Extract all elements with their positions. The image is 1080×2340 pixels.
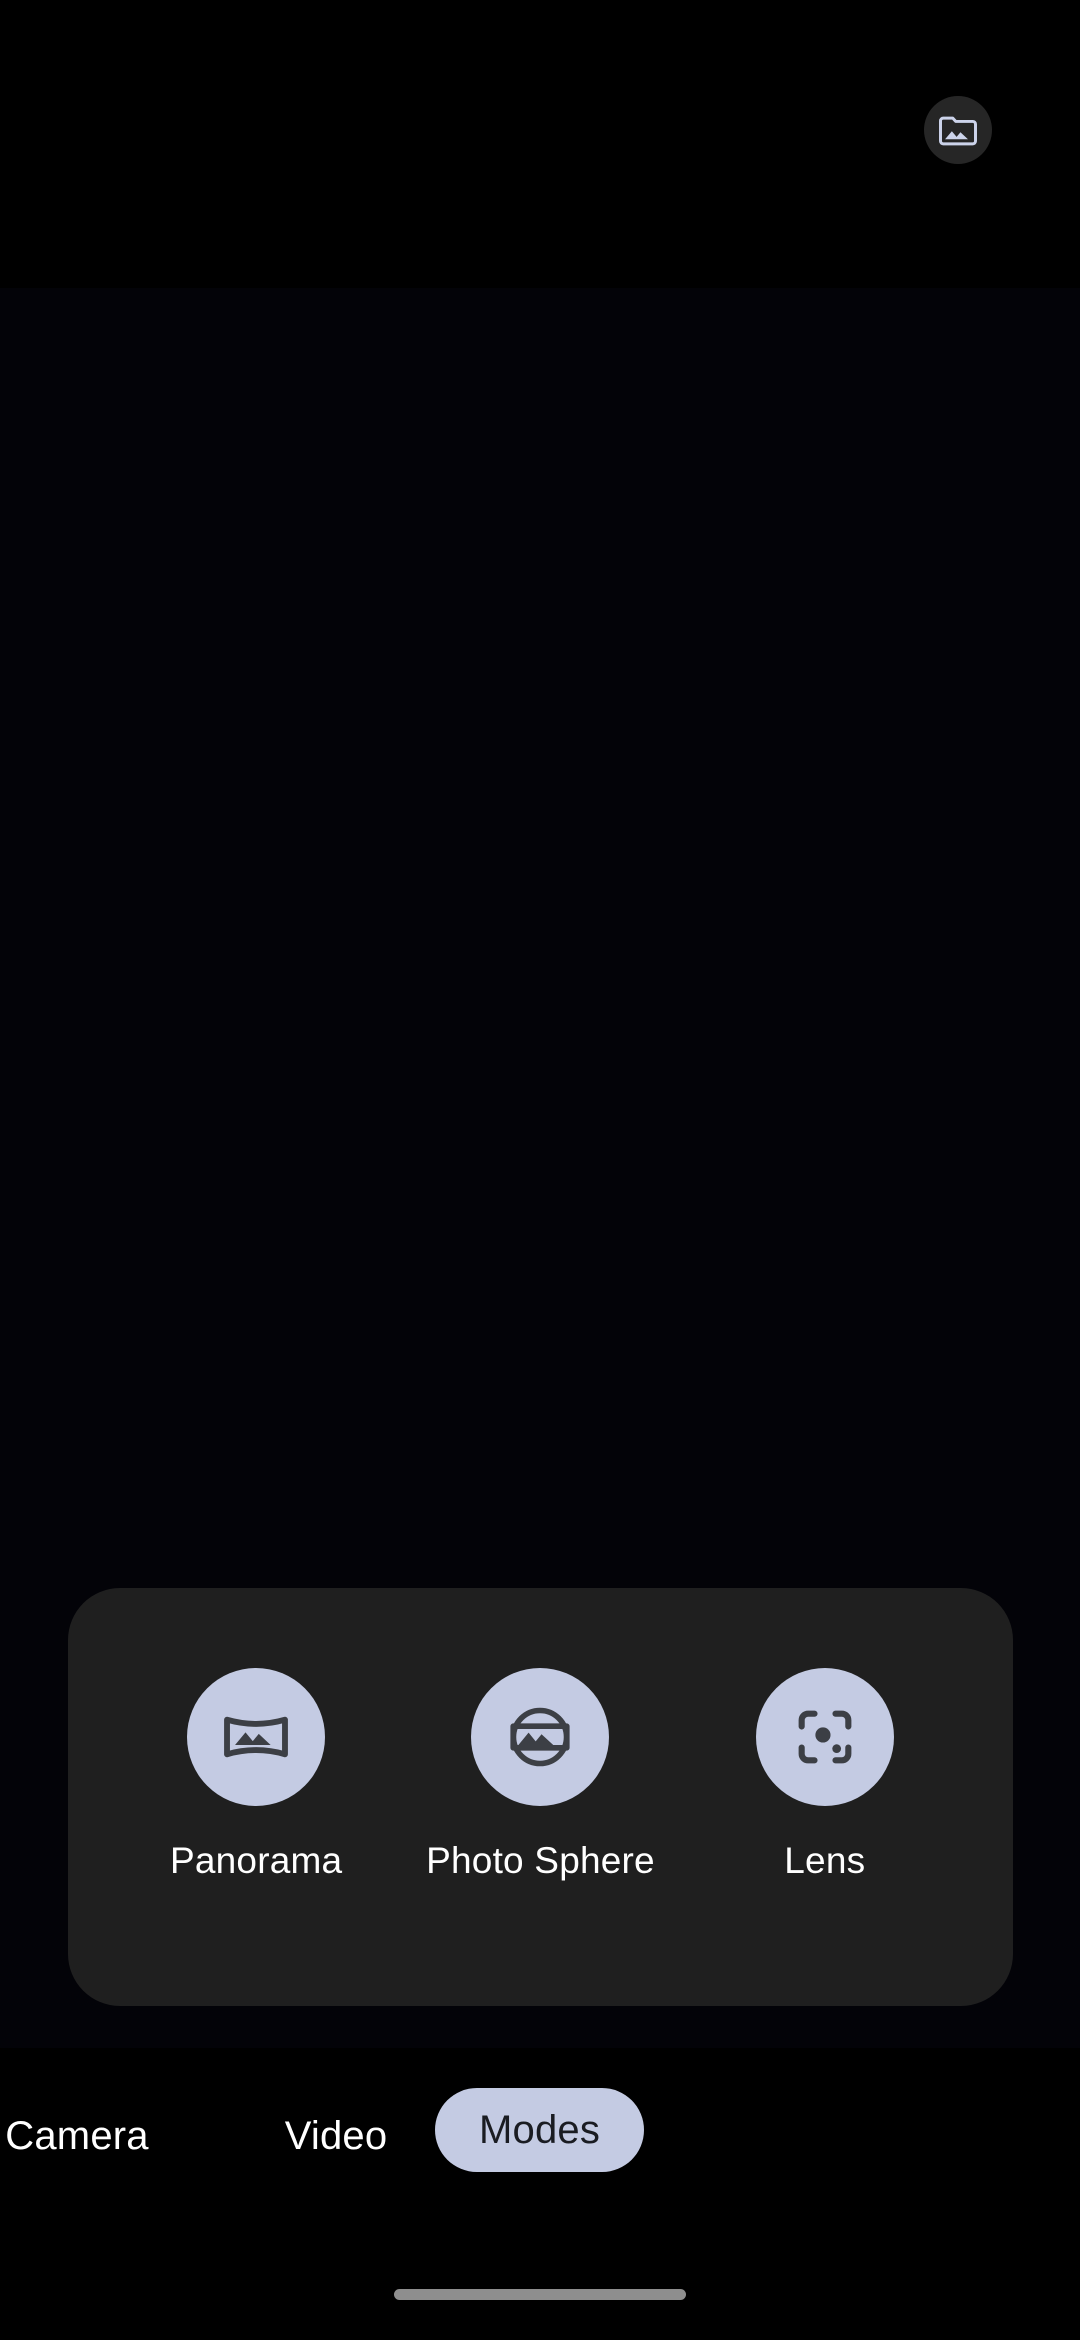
tab-camera[interactable]: Camera — [0, 2094, 162, 2178]
gallery-button[interactable] — [924, 96, 992, 164]
mode-item-panorama[interactable]: Panorama — [131, 1668, 381, 1881]
lens-scan-icon[interactable] — [755, 1668, 894, 1806]
mode-label: Photo Sphere — [426, 1840, 655, 1881]
camera-app-screen: Panorama Photo Sphere Lens Camera Video … — [0, 0, 1080, 2340]
mode-item-lens[interactable]: Lens — [700, 1668, 950, 1881]
mode-label: Lens — [784, 1840, 866, 1881]
mode-label: Panorama — [170, 1840, 343, 1881]
folder-image-icon — [937, 109, 979, 151]
tab-modes[interactable]: Modes — [435, 2088, 645, 2172]
mode-tab-bar: Camera Video Modes — [0, 2080, 1080, 2192]
status-bar — [0, 0, 1080, 288]
home-indicator[interactable] — [394, 2289, 686, 2300]
panorama-icon[interactable] — [187, 1668, 326, 1806]
tab-video[interactable]: Video — [262, 2094, 410, 2178]
modes-panel: Panorama Photo Sphere Lens — [68, 1588, 1013, 2006]
photo-sphere-icon[interactable] — [471, 1668, 610, 1806]
mode-item-photo-sphere[interactable]: Photo Sphere — [415, 1668, 665, 1881]
